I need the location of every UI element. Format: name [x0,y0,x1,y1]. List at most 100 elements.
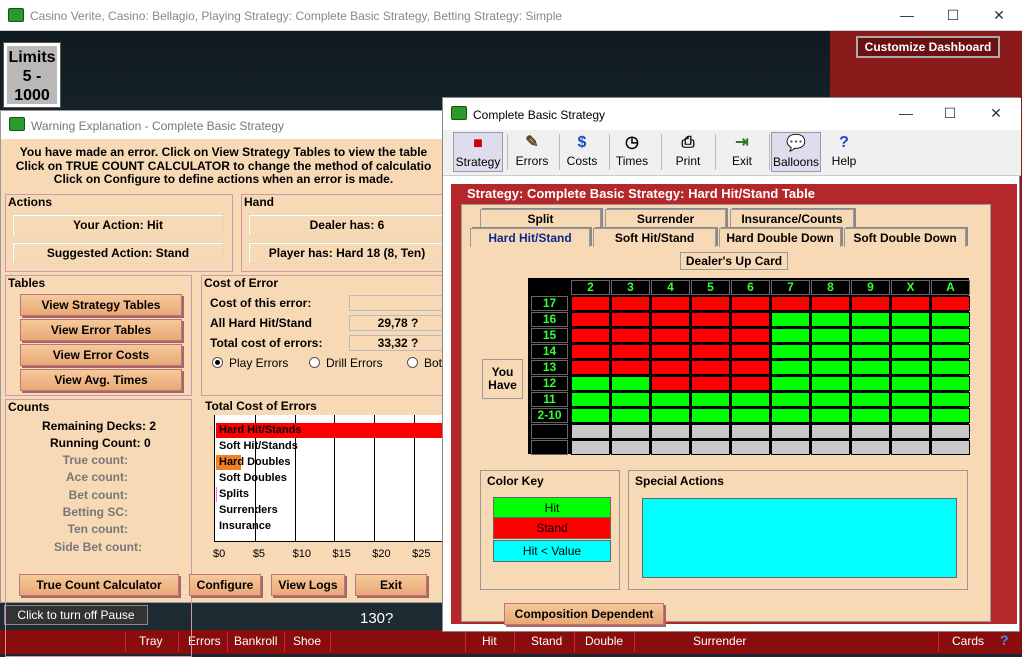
grid-cell[interactable] [891,376,930,391]
grid-cell[interactable] [931,328,970,343]
grid-cell[interactable] [811,296,850,311]
times-toolbar-button[interactable]: ◷ Times [607,132,657,172]
grid-cell[interactable] [651,392,690,407]
grid-cell[interactable] [691,440,730,455]
grid-cell[interactable] [931,360,970,375]
grid-cell[interactable] [891,440,930,455]
bankroll-button[interactable]: Bankroll [234,634,277,648]
grid-cell[interactable] [571,424,610,439]
grid-cell[interactable] [571,344,610,359]
grid-cell[interactable] [811,360,850,375]
costs-toolbar-button[interactable]: $ Costs [557,132,607,172]
maximize-button[interactable]: ☐ [930,0,976,31]
grid-cell[interactable] [651,312,690,327]
grid-cell[interactable] [731,424,770,439]
both-errors-radio[interactable] [407,357,418,368]
grid-cell[interactable] [851,408,890,423]
double-button[interactable]: Double [585,634,623,648]
grid-cell[interactable] [891,296,930,311]
tab-soft-hit-stand[interactable]: Soft Hit/Stand [593,228,716,247]
grid-cell[interactable] [931,312,970,327]
tab-hard-hit-stand[interactable]: Hard Hit/Stand [470,228,590,247]
grid-cell[interactable] [691,424,730,439]
grid-cell[interactable] [891,392,930,407]
grid-cell[interactable] [811,408,850,423]
grid-cell[interactable] [731,328,770,343]
grid-cell[interactable] [571,376,610,391]
drill-errors-radio[interactable] [309,357,320,368]
grid-cell[interactable] [611,424,650,439]
grid-cell[interactable] [851,344,890,359]
grid-cell[interactable] [891,312,930,327]
grid-cell[interactable] [691,392,730,407]
grid-cell[interactable] [811,376,850,391]
grid-cell[interactable] [651,296,690,311]
grid-cell[interactable] [851,376,890,391]
grid-cell[interactable] [731,344,770,359]
grid-cell[interactable] [891,344,930,359]
grid-cell[interactable] [931,424,970,439]
grid-cell[interactable] [571,408,610,423]
surrender-button[interactable]: Surrender [693,634,746,648]
grid-cell[interactable] [691,344,730,359]
grid-cell[interactable] [611,392,650,407]
grid-cell[interactable] [771,312,810,327]
configure-button[interactable]: Configure [189,574,261,596]
grid-cell[interactable] [851,440,890,455]
strategy-close-button[interactable]: ✕ [973,98,1019,129]
grid-cell[interactable] [851,424,890,439]
grid-cell[interactable] [811,440,850,455]
composition-dependent-button[interactable]: Composition Dependent [504,603,664,625]
grid-cell[interactable] [771,328,810,343]
strategy-maximize-button[interactable]: ☐ [927,98,973,129]
stand-button[interactable]: Stand [531,634,562,648]
grid-cell[interactable] [771,440,810,455]
grid-cell[interactable] [811,424,850,439]
grid-cell[interactable] [611,344,650,359]
grid-cell[interactable] [771,296,810,311]
grid-cell[interactable] [691,328,730,343]
grid-cell[interactable] [651,360,690,375]
grid-cell[interactable] [571,312,610,327]
grid-cell[interactable] [851,392,890,407]
grid-cell[interactable] [811,328,850,343]
grid-cell[interactable] [771,360,810,375]
grid-cell[interactable] [811,392,850,407]
grid-cell[interactable] [571,440,610,455]
grid-cell[interactable] [811,344,850,359]
grid-cell[interactable] [771,344,810,359]
grid-cell[interactable] [611,360,650,375]
cards-button[interactable]: Cards [952,634,984,648]
grid-cell[interactable] [651,408,690,423]
customize-dashboard-button[interactable]: Customize Dashboard [856,36,1000,58]
grid-cell[interactable] [891,328,930,343]
minimize-button[interactable]: — [884,0,930,31]
tab-soft-double-down[interactable]: Soft Double Down [844,228,966,247]
grid-cell[interactable] [731,360,770,375]
grid-cell[interactable] [931,376,970,391]
grid-cell[interactable] [771,424,810,439]
tab-surrender[interactable]: Surrender [605,209,726,228]
view-avg-times-button[interactable]: View Avg. Times [20,369,182,391]
grid-cell[interactable] [891,424,930,439]
grid-cell[interactable] [851,360,890,375]
grid-cell[interactable] [691,360,730,375]
grid-cell[interactable] [611,408,650,423]
grid-cell[interactable] [771,392,810,407]
shoe-button[interactable]: Shoe [293,634,321,648]
grid-cell[interactable] [851,312,890,327]
grid-cell[interactable] [611,440,650,455]
grid-cell[interactable] [691,296,730,311]
exit-button[interactable]: Exit [355,574,427,596]
grid-cell[interactable] [651,344,690,359]
tab-hard-double-down[interactable]: Hard Double Down [719,228,841,247]
play-errors-radio[interactable] [212,357,223,368]
exit-toolbar-button[interactable]: ⇥ Exit [717,132,767,172]
grid-cell[interactable] [931,408,970,423]
grid-cell[interactable] [771,376,810,391]
grid-cell[interactable] [811,312,850,327]
grid-cell[interactable] [651,440,690,455]
balloons-toolbar-button[interactable]: 💬 Balloons [771,132,821,172]
grid-cell[interactable] [571,296,610,311]
tab-insurance-counts[interactable]: Insurance/Counts [730,209,854,228]
